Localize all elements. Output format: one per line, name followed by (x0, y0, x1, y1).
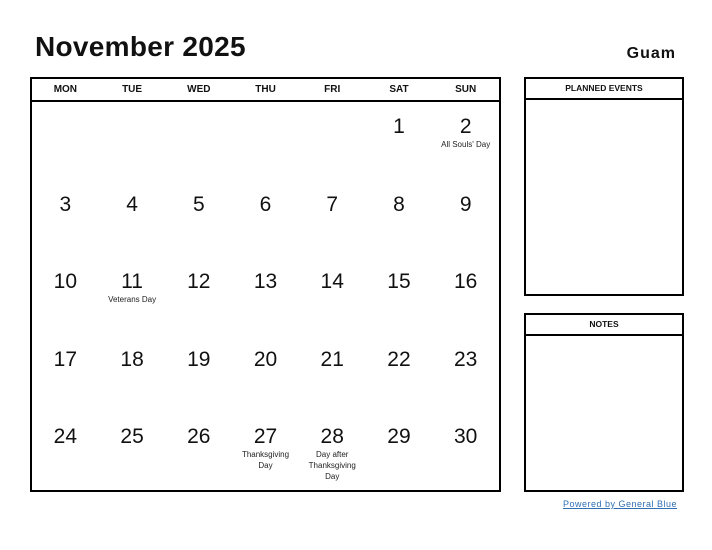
day-number: 18 (120, 347, 144, 371)
holiday-label: All Souls' Day (441, 140, 491, 149)
day-number (99, 102, 166, 116)
day-number (299, 102, 366, 116)
day-number (32, 102, 99, 116)
day-number: 7 (326, 192, 339, 216)
day-number: 5 (192, 192, 205, 216)
day-cell: 13 (232, 257, 299, 335)
day-cell: 3 (32, 180, 99, 258)
week-row: 10 11 Veterans Day 12 13 14 15 16 (32, 257, 499, 335)
day-cell: 6 (232, 180, 299, 258)
day-number: 4 (126, 192, 138, 216)
day-number: 3 (59, 192, 72, 216)
day-cell: 12 (165, 257, 232, 335)
day-number: 8 (393, 192, 405, 216)
planned-events-panel: PLANNED EVENTS (524, 77, 684, 296)
day-cell: 24 (32, 412, 99, 490)
empty-day-cell (99, 102, 166, 180)
day-number: 17 (53, 347, 78, 371)
empty-day-cell (32, 102, 99, 180)
day-number: 9 (459, 192, 472, 216)
day-cell: 21 (299, 335, 366, 413)
day-cell: 5 (165, 180, 232, 258)
day-cell: 17 (32, 335, 99, 413)
day-number: 20 (253, 347, 278, 371)
calendar-grid: MON TUE WED THU FRI SAT SUN 1 2 All Souls'… (30, 77, 501, 492)
day-cell: 23 (432, 335, 499, 413)
day-number: 6 (259, 192, 272, 216)
day-number: 27 (253, 425, 278, 449)
calendar-body: 1 2 All Souls' Day 3 4 5 6 7 8 9 10 11 Veterans Day 1… (32, 102, 499, 490)
day-number (232, 102, 299, 116)
day-number: 1 (393, 115, 405, 138)
day-number: 11 (121, 270, 143, 294)
day-cell: 2 All Souls' Day (432, 102, 499, 180)
day-cell: 30 (432, 412, 499, 490)
week-row: 24 25 26 27 Thanksgiving Day 28 Day after Than… (32, 412, 499, 490)
day-number: 15 (387, 270, 411, 294)
day-number: 24 (53, 425, 78, 449)
day-cell: 4 (99, 180, 166, 258)
notes-panel: NOTES (524, 313, 684, 492)
day-number: 22 (387, 347, 411, 371)
day-cell: 20 (232, 335, 299, 413)
day-number: 29 (387, 425, 411, 449)
day-cell: 14 (299, 257, 366, 335)
weekday-mon: MON (53, 84, 78, 95)
day-cell: 10 (32, 257, 99, 335)
day-cell: 27 Thanksgiving Day (232, 412, 299, 490)
empty-day-cell (232, 102, 299, 180)
weekday-sat: SAT (389, 84, 409, 95)
day-number: 16 (453, 270, 478, 294)
day-number: 13 (253, 270, 278, 294)
day-cell: 15 (366, 257, 433, 335)
holiday-label: Thanksgiving Day (241, 450, 290, 471)
weekday-wed: WED (187, 84, 211, 95)
day-number: 2 (459, 115, 472, 138)
weekday-header: MON TUE WED THU FRI SAT SUN (32, 79, 499, 102)
week-row: 1 2 All Souls' Day (32, 102, 499, 180)
day-cell: 28 Day after Thanksgiving Day (299, 412, 366, 490)
day-cell: 7 (299, 180, 366, 258)
day-number: 19 (187, 347, 211, 371)
notes-heading: NOTES (526, 315, 682, 336)
planned-events-heading: PLANNED EVENTS (526, 79, 682, 100)
day-number: 30 (453, 425, 478, 449)
day-cell: 26 (165, 412, 232, 490)
day-number: 28 (320, 425, 344, 449)
region-label: Guam (626, 45, 676, 62)
holiday-label: Veterans Day (108, 295, 157, 305)
page-title: November 2025 (35, 31, 246, 62)
day-cell: 29 (366, 412, 433, 490)
day-cell: 1 (366, 102, 433, 180)
day-cell: 19 (165, 335, 232, 413)
weekday-tue: TUE (122, 84, 143, 95)
day-number (165, 102, 232, 116)
day-number: 12 (187, 270, 211, 294)
day-cell: 18 (99, 335, 166, 413)
holiday-label: Day after Thanksgiving Day (308, 450, 356, 482)
day-cell: 22 (366, 335, 433, 413)
day-cell: 25 (99, 412, 166, 490)
day-number: 10 (53, 270, 78, 294)
powered-by-link[interactable]: Powered by General Blue (563, 499, 677, 509)
day-cell: 9 (432, 180, 499, 258)
week-row: 3 4 5 6 7 8 9 (32, 180, 499, 258)
day-cell: 16 (432, 257, 499, 335)
day-number: 25 (120, 425, 144, 449)
day-number: 26 (187, 425, 211, 449)
empty-day-cell (165, 102, 232, 180)
week-row: 17 18 19 20 21 22 23 (32, 335, 499, 413)
day-number: 23 (453, 347, 478, 371)
day-number: 21 (320, 347, 344, 371)
weekday-thu: THU (255, 84, 276, 95)
empty-day-cell (299, 102, 366, 180)
weekday-fri: FRI (324, 84, 341, 95)
day-cell: 11 Veterans Day (99, 257, 166, 335)
day-cell: 8 (366, 180, 433, 258)
day-number: 14 (320, 270, 344, 294)
weekday-sun: SUN (455, 84, 477, 95)
